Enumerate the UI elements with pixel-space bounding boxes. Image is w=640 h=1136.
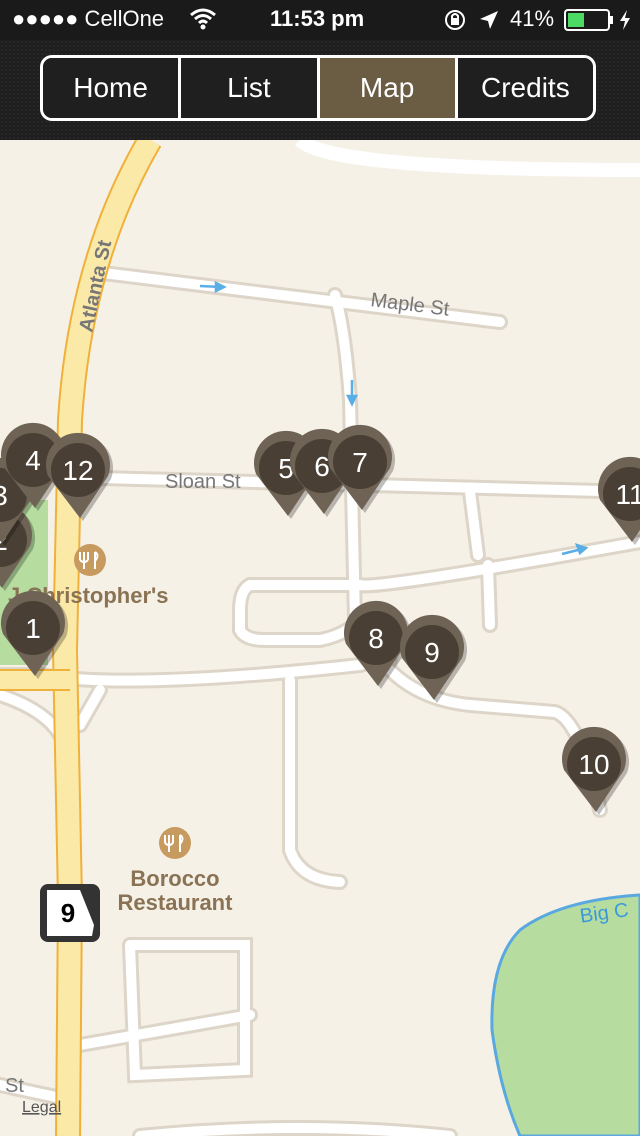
tab-home[interactable]: Home [43,58,182,118]
map-pin-label: 4 [25,445,41,476]
road [295,140,640,177]
tab-list[interactable]: List [181,58,320,118]
street-label-st: St [5,1075,24,1097]
tab-map[interactable]: Map [319,58,458,118]
battery-icon [564,9,614,36]
route-shield-icon: 9 [40,884,100,942]
battery-percent: 41% [510,6,555,31]
restaurant-icon[interactable] [159,827,191,859]
map-pin-label: 11 [615,479,640,510]
map-pin-label: 10 [578,749,609,780]
map-view[interactable]: Atlanta St Maple St Sloan St St Big C J … [0,140,640,1136]
map-pin-label: 6 [314,451,330,482]
tab-segmented-control: Home List Map Credits [40,55,596,121]
street-label-maple: Maple St [369,289,450,321]
charging-bolt-icon [618,9,632,36]
map-pin-label: 7 [352,447,368,478]
map-pin-11[interactable]: 11 [598,456,640,545]
poi-label-borocco-2: Restaurant [118,890,234,915]
orientation-lock-icon [444,9,466,36]
poi-label-borocco-1: Borocco [130,866,219,891]
restaurant-icon[interactable] [74,544,106,576]
status-bar: ●●●●● CellOne 11:53 pm 41% [0,0,640,40]
map-pin-label: 3 [0,480,8,511]
tab-credits[interactable]: Credits [457,58,593,118]
wifi-icon [190,8,216,35]
legal-link[interactable]: Legal [22,1099,61,1116]
one-way-arrow-icon [199,280,589,556]
map-pin-label: 12 [62,455,93,486]
map-canvas[interactable]: Atlanta St Maple St Sloan St St Big C J … [0,140,640,1136]
clock: 11:53 pm [270,6,365,31]
street-label-sloan: Sloan St [165,471,241,493]
map-pin-10[interactable]: 10 [562,726,629,815]
map-pin-label: 9 [424,637,440,668]
carrier-label: ●●●●● CellOne [12,6,165,31]
map-pin-label: 1 [25,613,41,644]
route-shield-number: 9 [61,898,75,928]
park-area-big-creek [490,893,640,1136]
map-pin-label: 8 [368,623,384,654]
location-arrow-icon [478,9,500,36]
